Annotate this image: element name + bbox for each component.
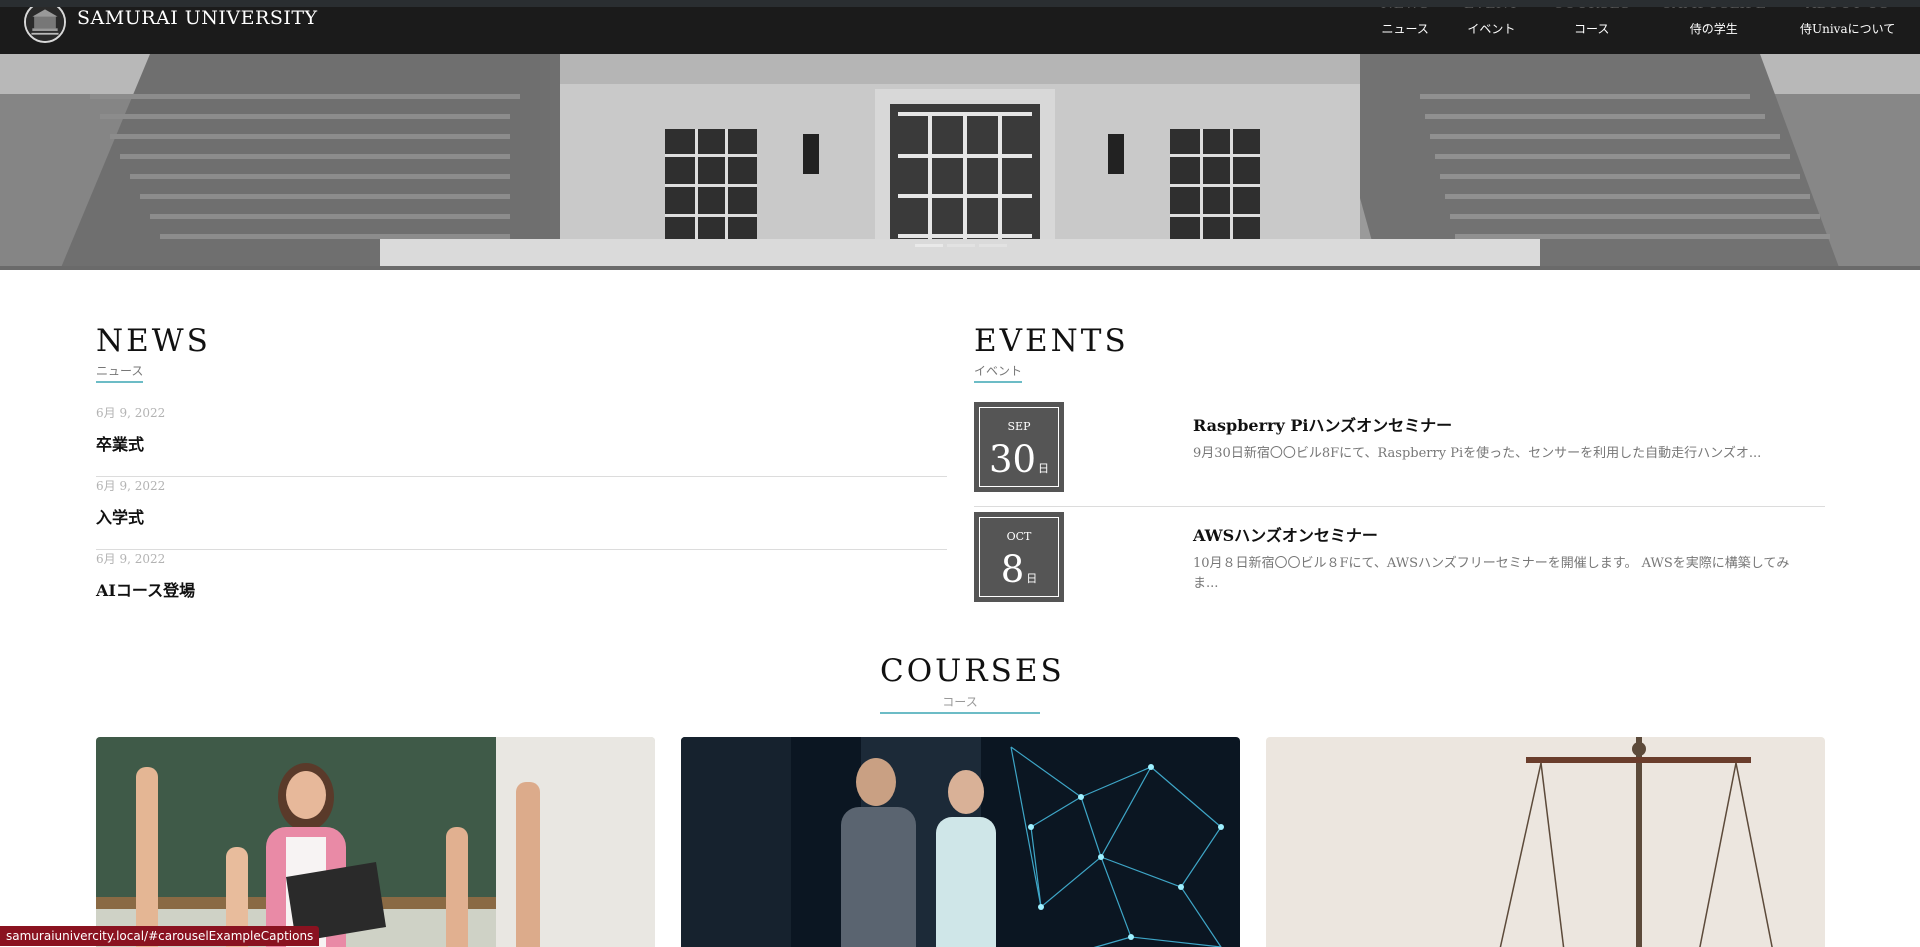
server-room-network-photo xyxy=(681,737,1240,947)
event-day-wrap: 8日 xyxy=(980,548,1058,591)
event-description: 9月30日新宿〇〇ビル8Fにて、Raspberry Piを使った、センサーを利用… xyxy=(1193,446,1762,461)
event-day-wrap: 30 日 xyxy=(980,438,1058,481)
event-day: 30 xyxy=(988,438,1037,481)
justice-scale-photo xyxy=(1266,737,1825,947)
event-date-badge: SEP 30 日 xyxy=(974,402,1064,492)
event-day: 8 xyxy=(1000,548,1025,591)
event-day-suffix: 日 xyxy=(1026,572,1038,585)
event-month: SEP xyxy=(1007,420,1031,433)
event-title[interactable]: AWSハンズオンセミナー xyxy=(1193,522,1378,546)
course-card[interactable] xyxy=(1266,737,1825,947)
nav-event-jp: イベント xyxy=(1467,22,1516,36)
event-date-badge: OCT 8日 xyxy=(974,512,1064,602)
carousel-indicator-3[interactable] xyxy=(979,244,1007,247)
carousel-indicator-1[interactable] xyxy=(915,244,943,247)
nav-about-us-jp: 侍Univaについて xyxy=(1800,22,1896,36)
news-heading: NEWS xyxy=(96,323,211,359)
nav-courses-jp: コース xyxy=(1574,22,1610,36)
event-description: 10月８日新宿〇〇ビル８Fにて、AWSハンズフリーセミナーを開催します。 AWS… xyxy=(1193,556,1790,591)
event-month: OCT xyxy=(1006,530,1032,543)
carousel-indicator-2[interactable] xyxy=(947,244,975,247)
event-item[interactable]: SEP 30 日 Raspberry Piハンズオンセミナー 9月30日新宿〇〇ビ… xyxy=(974,402,1825,507)
event-title[interactable]: Raspberry Piハンズオンセミナー xyxy=(1193,412,1452,436)
window-top-edge xyxy=(0,0,1920,7)
courses-heading: COURSES xyxy=(880,653,1065,689)
nav-news-jp: ニュース xyxy=(1381,22,1429,36)
teacher-classroom-photo xyxy=(96,737,655,947)
news-title[interactable]: AIコース登場 xyxy=(96,577,195,601)
news-item[interactable]: 6月 9, 2022 AIコース登場 xyxy=(96,550,947,623)
hero-carousel[interactable] xyxy=(0,54,1920,270)
event-day-suffix: 日 xyxy=(1038,462,1050,475)
news-title[interactable]: 入学式 xyxy=(96,504,144,528)
news-date: 6月 9, 2022 xyxy=(96,552,166,566)
courses-subheading: コース xyxy=(880,693,1040,714)
news-date: 6月 9, 2022 xyxy=(96,479,166,493)
course-card[interactable] xyxy=(96,737,655,947)
nav-campuslife-jp: 侍の学生 xyxy=(1689,22,1738,36)
event-item[interactable]: OCT 8日 AWSハンズオンセミナー 10月８日新宿〇〇ビル８Fにて、AWSハ… xyxy=(974,512,1825,617)
news-item[interactable]: 6月 9, 2022 卒業式 xyxy=(96,404,947,477)
university-building-steps-photo xyxy=(0,54,1920,270)
status-url-bar: samuraiunivercity.local/#carouselExample… xyxy=(0,926,320,946)
brand-name[interactable]: SAMURAI UNIVERSITY xyxy=(77,7,318,29)
site-header: SAMURAI UNIVERSITY NEWS ニュース EVENT イベント … xyxy=(0,0,1920,54)
university-crest-icon[interactable] xyxy=(24,1,66,43)
news-item[interactable]: 6月 9, 2022 入学式 xyxy=(96,477,947,550)
news-date: 6月 9, 2022 xyxy=(96,406,166,420)
news-title[interactable]: 卒業式 xyxy=(96,431,144,455)
events-heading: EVENTS xyxy=(974,323,1129,359)
news-subheading: ニュース xyxy=(96,362,144,383)
course-card[interactable] xyxy=(681,737,1240,947)
events-subheading: イベント xyxy=(974,362,1023,383)
